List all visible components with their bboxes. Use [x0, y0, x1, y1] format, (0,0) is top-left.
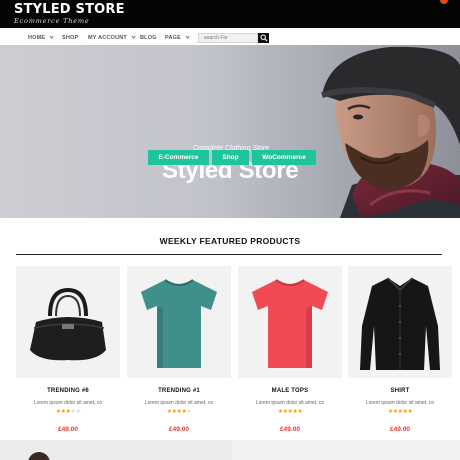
product-image[interactable] — [348, 266, 452, 378]
nav-item-label: SHOP — [62, 35, 79, 41]
hero-banner: Complete Clothing Store Styled Store — [0, 45, 460, 218]
chevron-down-icon — [185, 34, 190, 39]
chevron-down-icon — [131, 34, 136, 39]
section-divider — [16, 254, 442, 255]
product-image[interactable] — [16, 266, 120, 378]
wocommerce-button[interactable]: WoCommerce — [252, 150, 316, 165]
site-header: STYLED STORE Ecommerce Theme — [0, 0, 460, 28]
search-button[interactable] — [258, 33, 269, 43]
product-card[interactable]: SHIRT Lorem ipsum dolor sit amet, co ★★★… — [348, 266, 452, 440]
product-rating: ★★★★★ — [127, 408, 231, 415]
product-price: £49.00 — [280, 426, 300, 433]
nav-item-label: MY ACCOUNT — [88, 35, 127, 41]
product-image[interactable] — [238, 266, 342, 378]
nav-item-label: BLOG — [140, 35, 157, 41]
product-description: Lorem ipsum dolor sit amet, co — [144, 400, 214, 406]
black-shirt-image — [360, 277, 440, 370]
search-input[interactable]: search For — [198, 33, 258, 43]
product-price: £49.00 — [169, 426, 189, 433]
nav-item-label: PAGE — [165, 35, 181, 41]
product-rating: ★★★★★ — [16, 408, 120, 415]
product-image[interactable] — [127, 266, 231, 378]
product-description: Lorem ipsum dolor sit amet, co — [255, 400, 325, 406]
product-name[interactable]: TRENDING #6 — [16, 388, 120, 394]
star-icon: ★ — [297, 409, 303, 415]
star-icon: ★ — [407, 409, 413, 415]
product-name[interactable]: MALE TOPS — [238, 388, 342, 394]
product-name[interactable]: TRENDING #1 — [127, 388, 231, 394]
star-icon: ★ — [186, 409, 192, 415]
product-rating: ★★★★★ — [238, 408, 342, 415]
nav-item-label: HOME — [28, 35, 46, 41]
brand-subtitle: Ecommerce Theme — [14, 17, 90, 25]
product-name[interactable]: SHIRT — [348, 388, 452, 394]
cart-badge-icon[interactable] — [440, 0, 448, 4]
product-description: Lorem ipsum dolor sit amet, co — [365, 400, 435, 406]
product-price: £49.00 — [390, 426, 410, 433]
search-icon — [260, 34, 268, 42]
hero-model-image — [321, 46, 460, 218]
ecommerce-button[interactable]: E-Commerce — [148, 150, 209, 165]
product-card[interactable]: TRENDING #1 Lorem ipsum dolor sit amet, … — [127, 266, 231, 440]
teal-tshirt-image — [141, 279, 217, 368]
chevron-down-icon — [49, 34, 54, 39]
shop-button[interactable]: Shop — [212, 150, 249, 165]
red-tshirt-image — [252, 279, 328, 368]
product-card[interactable]: MALE TOPS Lorem ipsum dolor sit amet, co… — [238, 266, 342, 440]
product-description: Lorem ipsum dolor sit amet, co — [33, 400, 103, 406]
site-logo[interactable]: STYLED STORE Ecommerce Theme — [14, 2, 125, 26]
featured-products-heading: WEEKLY FEATURED PRODUCTS — [159, 236, 301, 246]
product-card[interactable]: TRENDING #6 Lorem ipsum dolor sit amet, … — [16, 266, 120, 440]
handbag-image — [30, 287, 106, 361]
product-price: £49.00 — [58, 426, 78, 433]
product-rating: ★★★★★ — [348, 408, 452, 415]
star-icon: ★ — [75, 409, 81, 415]
brand-title: STYLED STORE — [14, 2, 125, 17]
